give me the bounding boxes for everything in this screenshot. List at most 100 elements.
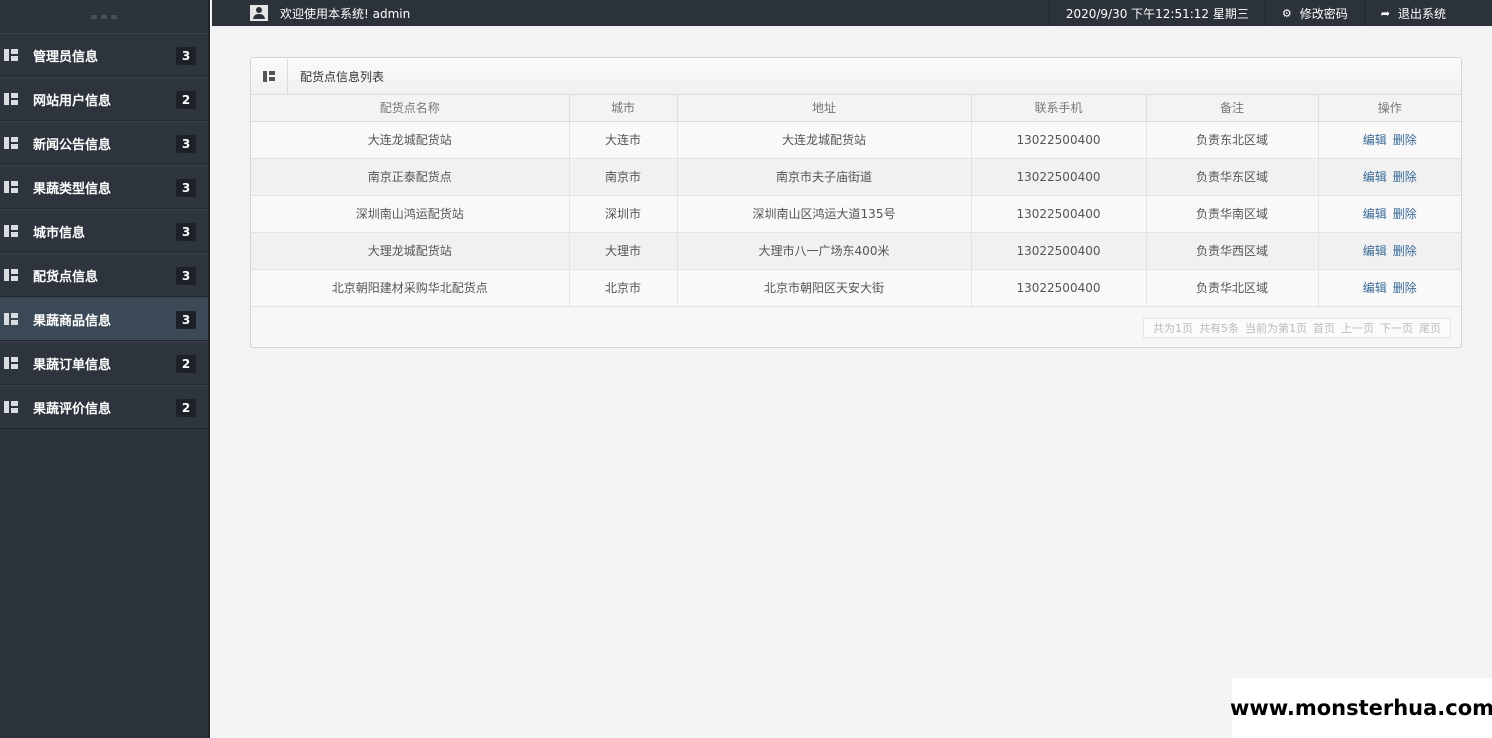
sidebar-item-label: 果蔬评价信息 (33, 401, 112, 417)
cell-actions: 编辑 删除 (1318, 232, 1461, 270)
cell-phone: 13022500400 (971, 121, 1147, 159)
delete-link[interactable]: 删除 (1393, 281, 1417, 295)
cell-city: 深圳市 (569, 195, 678, 233)
user-icon (250, 5, 268, 21)
sidebar-item[interactable]: 果蔬商品信息 3 (0, 297, 208, 341)
count-badge: 3 (176, 179, 196, 197)
edit-link[interactable]: 编辑 (1363, 281, 1387, 295)
pager-prev-link[interactable]: 上一页 (1341, 320, 1374, 336)
dashboard-icon (4, 225, 18, 237)
cell-address: 深圳南山区鸿运大道135号 (677, 195, 972, 233)
table-row: 深圳南山鸿运配货站 深圳市 深圳南山区鸿运大道135号 13022500400 负责华南… (251, 195, 1461, 233)
table-row: 大理龙城配货站 大理市 大理市八一广场东400米 13022500400 负责华西区域编… (251, 232, 1461, 270)
cell-actions: 编辑 删除 (1318, 269, 1461, 307)
cell-actions: 编辑 删除 (1318, 195, 1461, 233)
col-header-phone: 联系手机 (971, 95, 1147, 122)
sidebar-item-label: 果蔬商品信息 (33, 313, 112, 329)
edit-link[interactable]: 编辑 (1363, 170, 1387, 184)
datetime: 2020/9/30 下午12:51:12 星期三 (1048, 0, 1265, 26)
pager-total-pages: 共为1页 (1153, 321, 1193, 335)
col-header-address: 地址 (677, 95, 972, 122)
delete-link[interactable]: 删除 (1393, 207, 1417, 221)
pager-last-link[interactable]: 尾页 (1419, 320, 1441, 336)
sidebar: 管理员信息 3 网站用户信息 2 新闻公告信息 3 果蔬类型信息 3 城市信息 3 配货点信息 3 果蔬… (0, 0, 210, 738)
col-header-name: 配货点名称 (251, 95, 570, 122)
change-password-label: 修改密码 (1299, 6, 1348, 21)
edit-link[interactable]: 编辑 (1363, 244, 1387, 258)
table-row: 大连龙城配货站 大连市 大连龙城配货站 13022500400 负责东北区域 编辑 删除 (251, 121, 1461, 159)
sidebar-item[interactable]: 管理员信息 3 (0, 33, 208, 77)
watermark: www.monsterhua.com (1230, 678, 1492, 738)
table-header-row: 配货点名称 城市 地址 联系手机 备注 操作 (251, 95, 1461, 122)
sidebar-item[interactable]: 果蔬类型信息 3 (0, 165, 208, 209)
cell-remark: 负责华北区域 (1146, 269, 1319, 307)
share-arrow-icon: ➦ (1380, 6, 1390, 20)
dashboard-icon (251, 57, 288, 95)
dashboard-icon (4, 357, 18, 369)
dashboard-icon (4, 181, 18, 193)
dashboard-icon (4, 269, 18, 281)
cell-phone: 13022500400 (971, 195, 1147, 233)
sidebar-item-label: 网站用户信息 (33, 93, 112, 109)
count-badge: 3 (176, 47, 196, 65)
cell-name: 深圳南山鸿运配货站 (251, 195, 570, 233)
delete-link[interactable]: 删除 (1393, 170, 1417, 184)
cell-phone: 13022500400 (971, 232, 1147, 270)
delete-link[interactable]: 删除 (1393, 244, 1417, 258)
cell-remark: 负责华西区域 (1146, 232, 1319, 270)
sidebar-item[interactable]: 网站用户信息 2 (0, 77, 208, 121)
sidebar-item-label: 果蔬类型信息 (33, 181, 112, 197)
pager-next-link[interactable]: 下一页 (1380, 320, 1413, 336)
cell-name: 北京朝阳建材采购华北配货点 (251, 269, 570, 307)
cell-city: 大理市 (569, 232, 678, 270)
col-header-city: 城市 (569, 95, 678, 122)
cell-name: 大理龙城配货站 (251, 232, 570, 270)
cell-name: 南京正泰配货点 (251, 158, 570, 196)
dashboard-icon (4, 313, 18, 325)
delete-link[interactable]: 删除 (1393, 133, 1417, 147)
sidebar-item[interactable]: 果蔬订单信息 2 (0, 341, 208, 385)
data-table: 配货点名称 城市 地址 联系手机 备注 操作 大连龙城配货站 大连市 大连龙城配货站… (251, 95, 1461, 307)
dashboard-icon (4, 137, 18, 149)
panel-header: 配货点信息列表 (251, 57, 1461, 95)
sidebar-item-label: 管理员信息 (33, 49, 99, 65)
table-row: 北京朝阳建材采购华北配货点 北京市 北京市朝阳区天安大街 13022500400 负责华… (251, 269, 1461, 307)
dashboard-icon (4, 93, 18, 105)
pager-first-link[interactable]: 首页 (1313, 320, 1335, 336)
cell-address: 大连龙城配货站 (677, 121, 972, 159)
cell-name: 大连龙城配货站 (251, 121, 570, 159)
col-header-actions: 操作 (1318, 95, 1461, 122)
change-password-button[interactable]: ⚙ 修改密码 (1264, 0, 1364, 26)
pager-total-items: 共有5条 (1199, 321, 1239, 335)
welcome-text: 欢迎使用本系统! admin (280, 6, 411, 21)
edit-link[interactable]: 编辑 (1363, 133, 1387, 147)
sidebar-item[interactable]: 配货点信息 3 (0, 253, 208, 297)
sidebar-item-label: 城市信息 (33, 225, 86, 241)
dashboard-icon (4, 49, 18, 61)
logout-label: 退出系统 (1397, 6, 1446, 21)
pager-row: 共为1页 共有5条 当前为第1页 首页 上一页 下一页 尾页 (251, 307, 1461, 349)
cell-actions: 编辑 删除 (1318, 121, 1461, 159)
logout-button[interactable]: ➦ 退出系统 (1363, 0, 1462, 26)
dashboard-icon (4, 401, 18, 413)
edit-link[interactable]: 编辑 (1363, 207, 1387, 221)
sidebar-item-label: 配货点信息 (33, 269, 99, 285)
count-badge: 3 (176, 223, 196, 241)
count-badge: 2 (176, 355, 196, 373)
cell-phone: 13022500400 (971, 158, 1147, 196)
sidebar-item[interactable]: 新闻公告信息 3 (0, 121, 208, 165)
cell-actions: 编辑 删除 (1318, 158, 1461, 196)
sidebar-grip[interactable] (0, 0, 208, 33)
count-badge: 3 (176, 135, 196, 153)
cell-city: 大连市 (569, 121, 678, 159)
sidebar-item[interactable]: 果蔬评价信息 2 (0, 385, 208, 429)
sidebar-item-label: 新闻公告信息 (33, 137, 112, 153)
cell-city: 南京市 (569, 158, 678, 196)
cell-remark: 负责华东区域 (1146, 158, 1319, 196)
list-panel: 配货点信息列表 配货点名称 城市 地址 联系手机 备注 操作 大连龙城配货站 大连… (250, 57, 1462, 348)
sidebar-menu: 管理员信息 3 网站用户信息 2 新闻公告信息 3 果蔬类型信息 3 城市信息 3 配货点信息 3 果蔬… (0, 33, 208, 429)
sidebar-item[interactable]: 城市信息 3 (0, 209, 208, 253)
panel-title: 配货点信息列表 (300, 69, 385, 84)
sidebar-item-label: 果蔬订单信息 (33, 357, 112, 373)
cell-remark: 负责华南区域 (1146, 195, 1319, 233)
